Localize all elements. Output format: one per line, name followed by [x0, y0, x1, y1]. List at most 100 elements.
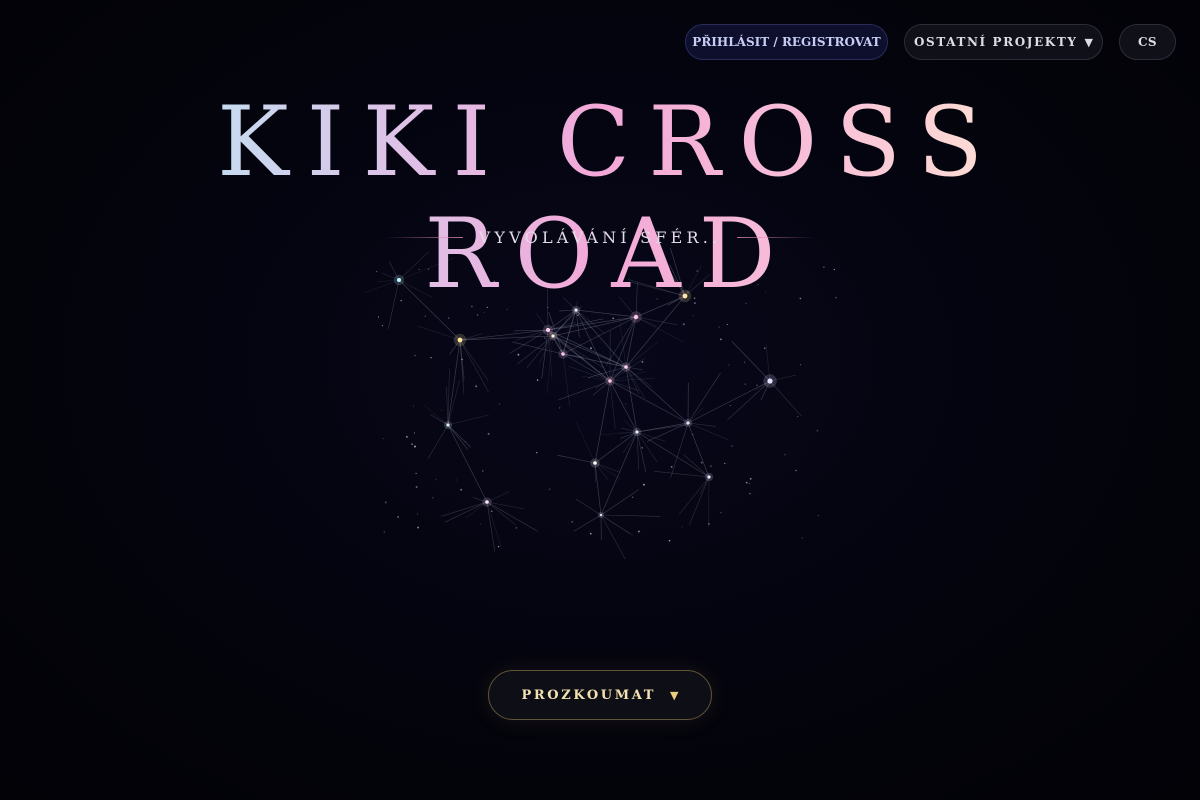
constellation-spoke: [417, 325, 461, 341]
star-node: [551, 334, 555, 338]
dust-star: [784, 453, 786, 456]
constellation-edge: [459, 329, 549, 341]
star-node: [624, 365, 628, 369]
star-node: [485, 500, 489, 504]
constellation-spoke: [625, 341, 658, 368]
dust-star: [720, 511, 722, 514]
dust-star: [578, 313, 580, 315]
dust-star: [430, 357, 432, 359]
dust-star: [756, 384, 758, 387]
constellation-spoke: [459, 339, 489, 393]
constellation-spoke: [601, 431, 638, 436]
dust-star: [612, 317, 614, 320]
constellation-spoke: [646, 422, 689, 442]
constellation-spoke: [683, 454, 710, 478]
dust-star: [435, 478, 437, 480]
constellation-spoke: [600, 514, 626, 560]
dust-star: [461, 358, 463, 361]
constellation-spoke: [678, 476, 710, 515]
star-node: [546, 328, 550, 332]
dust-star: [625, 403, 627, 405]
dust-star: [448, 317, 450, 319]
dust-star: [816, 429, 819, 432]
dust-star: [682, 323, 685, 326]
other-projects-button[interactable]: OSTATNÍ PROJEKTY ▼: [904, 24, 1103, 60]
dust-star: [515, 526, 518, 529]
constellation-edge: [447, 339, 461, 426]
dust-star: [384, 501, 387, 504]
constellation-spoke: [447, 379, 460, 426]
dust-star: [482, 470, 484, 472]
dust-star: [558, 407, 561, 409]
constellation-spoke: [635, 316, 685, 343]
dust-star: [397, 516, 399, 518]
star-node: [599, 513, 603, 517]
dust-star: [536, 379, 539, 381]
dust-star: [432, 496, 434, 499]
dust-star: [577, 314, 579, 317]
constellation-spoke: [689, 476, 710, 525]
star-node: [767, 378, 773, 384]
dust-star: [571, 521, 573, 523]
dust-star: [801, 537, 803, 539]
star-node: [707, 475, 711, 479]
dust-star: [406, 436, 408, 438]
subtitle: VYVOLÁVÁNÍ SFÉR..: [478, 228, 722, 247]
dust-star: [417, 526, 420, 529]
dust-star: [668, 539, 671, 542]
constellation-edge: [459, 335, 554, 341]
dust-star: [441, 409, 443, 411]
dust-star: [795, 469, 797, 472]
dust-star: [590, 347, 592, 350]
constellation-spoke: [541, 329, 549, 379]
dust-star: [692, 314, 694, 316]
dust-star: [415, 472, 417, 475]
explore-label: PROZKOUMAT: [521, 687, 656, 703]
language-label: CS: [1137, 35, 1158, 49]
dust-star: [424, 315, 426, 317]
dust-star: [749, 492, 751, 495]
subtitle-divider-right: [737, 237, 816, 238]
constellation-spoke: [446, 386, 449, 426]
constellation-spoke: [625, 366, 652, 388]
dust-star: [413, 432, 416, 434]
dust-star: [483, 311, 485, 313]
star-node: [686, 421, 690, 425]
dust-star: [708, 523, 710, 525]
dust-star: [535, 451, 538, 454]
constellation-spoke: [636, 424, 688, 433]
constellation-spoke: [486, 501, 496, 552]
dust-star: [480, 523, 481, 525]
constellation-spoke: [447, 424, 472, 448]
dust-star: [724, 462, 726, 465]
dust-star: [641, 360, 644, 363]
dust-star: [744, 383, 747, 386]
dust-star: [415, 486, 418, 488]
dust-star: [745, 481, 748, 484]
dust-star: [417, 513, 419, 515]
constellation-spoke: [609, 380, 616, 429]
constellation-spoke: [670, 422, 689, 479]
constellation-spoke: [575, 420, 596, 464]
subtitle-row: VYVOLÁVÁNÍ SFÉR..: [0, 228, 1200, 247]
subtitle-divider-left: [384, 237, 463, 238]
constellation-spoke: [731, 341, 771, 382]
other-projects-label: OSTATNÍ PROJEKTY: [914, 35, 1078, 49]
dust-star: [641, 447, 643, 449]
constellation-edge: [687, 380, 771, 424]
dust-star: [817, 514, 820, 517]
constellation-edge: [575, 309, 637, 318]
language-button[interactable]: CS: [1119, 24, 1176, 60]
dust-star: [413, 405, 414, 407]
dust-star: [475, 385, 478, 388]
dust-star: [642, 483, 645, 486]
constellation-spoke: [636, 431, 666, 442]
constellation-spoke: [769, 380, 802, 417]
page: PŘIHLÁSIT / REGISTROVAT OSTATNÍ PROJEKTY…: [0, 0, 1200, 800]
dust-star: [709, 465, 712, 468]
dust-star: [720, 338, 722, 341]
login-register-button[interactable]: PŘIHLÁSIT / REGISTROVAT: [685, 24, 888, 60]
explore-button[interactable]: PROZKOUMAT ▼: [488, 670, 712, 720]
dust-star: [729, 404, 731, 407]
top-nav: PŘIHLÁSIT / REGISTROVAT OSTATNÍ PROJEKTY…: [685, 24, 1176, 60]
